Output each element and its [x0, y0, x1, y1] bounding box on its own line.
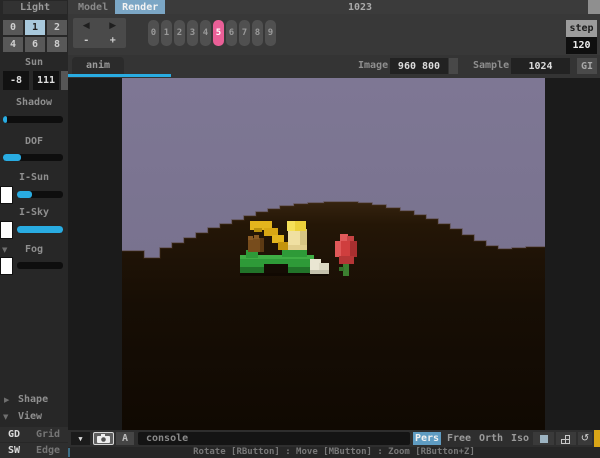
add-frame-button[interactable]: + [100, 33, 127, 48]
light-count-2[interactable]: 2 [47, 20, 67, 35]
model-title: 1023 [348, 0, 372, 14]
titlebar-scroll-strip[interactable] [588, 0, 600, 14]
sample-value-field[interactable]: 1024 [511, 58, 570, 74]
next-frame-icon[interactable]: ▶ [100, 18, 127, 33]
sun-azimuth-field[interactable]: 111 [33, 71, 59, 90]
edge-toggle-label[interactable]: Edge [36, 445, 60, 456]
frame-button-6[interactable]: 6 [226, 20, 237, 46]
i-sun-slider[interactable] [17, 191, 63, 198]
tab-anim[interactable]: anim [72, 57, 124, 74]
anim-progress-bar [68, 74, 171, 77]
auto-button[interactable]: A [116, 432, 134, 445]
shadow-slider[interactable] [3, 116, 63, 123]
ground-plane-icon[interactable] [533, 432, 554, 445]
dof-slider[interactable] [3, 154, 63, 161]
frame-button-0[interactable]: 0 [148, 20, 159, 46]
view-mode-pers[interactable]: Pers [413, 432, 441, 445]
prev-frame-icon[interactable]: ◀ [73, 18, 100, 33]
sun-section-label: Sun [0, 57, 68, 68]
i-sun-color-swatch[interactable] [0, 186, 13, 204]
edge-toggle-key[interactable]: SW [8, 445, 20, 456]
main-area: Model Render 1023 ◀ ▶ - + 0 1 2 3 4 5 6 [68, 0, 600, 458]
fog-slider[interactable] [17, 262, 63, 269]
dof-label: DOF [0, 136, 68, 147]
shape-collapse-arrow-icon[interactable]: ▶ [4, 396, 9, 404]
light-count-6[interactable]: 6 [25, 37, 45, 52]
light-count-0[interactable]: 0 [3, 20, 23, 35]
step-value-field[interactable]: 120 [566, 37, 597, 54]
scroll-indicator[interactable] [594, 430, 600, 447]
view-expand-arrow-icon[interactable]: ▼ [3, 413, 8, 421]
rotate-view-icon[interactable]: ↺ [578, 432, 592, 445]
grid-toggle-key[interactable]: GD [8, 429, 20, 440]
light-count-8[interactable]: 8 [47, 37, 67, 52]
image-size-field[interactable]: 960 800 [390, 58, 448, 74]
head [287, 221, 307, 250]
frame-button-3[interactable]: 3 [187, 20, 198, 46]
titlebar: Model Render 1023 [68, 0, 600, 14]
frame-button-2[interactable]: 2 [174, 20, 185, 46]
light-count-1[interactable]: 1 [25, 20, 45, 35]
frame-nav-box: ◀ ▶ - + [73, 18, 126, 48]
image-label: Image [358, 58, 388, 73]
settings-divider[interactable] [449, 58, 458, 74]
sample-label: Sample [473, 58, 509, 73]
render-viewport[interactable] [68, 78, 600, 430]
light-sidebar: Light 0 1 2 4 6 8 Sun -8 111 Shadow DOF … [0, 0, 68, 458]
view-mode-free[interactable]: Free [445, 432, 473, 445]
camera-icon[interactable] [93, 432, 114, 445]
frame-button-8[interactable]: 8 [252, 20, 263, 46]
timeline-row: ◀ ▶ - + 0 1 2 3 4 5 6 7 8 9 step 120 [68, 14, 600, 55]
frame-button-4[interactable]: 4 [200, 20, 211, 46]
console-dropdown-icon[interactable]: ▼ [71, 432, 90, 445]
frame-blocks-icon[interactable] [556, 432, 576, 445]
fog-label: Fog [0, 244, 68, 255]
step-button[interactable]: step [566, 20, 597, 37]
i-sun-label: I-Sun [0, 172, 68, 183]
i-sky-color-swatch[interactable] [0, 221, 13, 239]
console-bar: ▼ A console Pers Free Orth Iso [68, 430, 600, 447]
shadow-label: Shadow [0, 97, 68, 108]
view-row-grid[interactable]: GD Grid [0, 427, 68, 442]
light-count-4[interactable]: 4 [3, 37, 23, 52]
view-mode-iso[interactable]: Iso [509, 432, 531, 445]
shape-section-header[interactable]: Shape [18, 394, 48, 405]
tab-model[interactable]: Model [71, 0, 115, 14]
frame-button-5[interactable]: 5 [213, 20, 224, 46]
grid-toggle-label[interactable]: Grid [36, 429, 60, 440]
frame-button-7[interactable]: 7 [239, 20, 250, 46]
view-mode-orth[interactable]: Orth [477, 432, 505, 445]
tab-render[interactable]: Render [115, 0, 165, 14]
frame-button-9[interactable]: 9 [265, 20, 276, 46]
frame-button-1[interactable]: 1 [161, 20, 172, 46]
sun-field-stub[interactable] [61, 71, 68, 90]
console-input[interactable]: console [138, 432, 410, 445]
render-settings-row: anim Image 960 800 Sample 1024 GI [68, 55, 600, 78]
remove-frame-button[interactable]: - [73, 33, 100, 48]
rendered-scene [68, 78, 600, 430]
view-row-edge[interactable]: SW Edge [0, 443, 68, 458]
sun-angle-field[interactable]: -8 [3, 71, 29, 90]
status-bar: Rotate [RButton] : Move [MButton] : Zoom… [68, 447, 600, 458]
i-sky-slider[interactable] [17, 226, 63, 233]
light-panel-header[interactable]: Light [3, 1, 67, 14]
gi-toggle-button[interactable]: GI [577, 58, 597, 74]
mouse-hint-text: Rotate [RButton] : Move [MButton] : Zoom… [68, 447, 600, 458]
voxel-editor-window: Light 0 1 2 4 6 8 Sun -8 111 Shadow DOF … [0, 0, 600, 458]
i-sky-label: I-Sky [0, 207, 68, 218]
view-section-header[interactable]: View [18, 411, 42, 422]
fog-color-swatch[interactable] [0, 257, 13, 275]
frame-list: 0 1 2 3 4 5 6 7 8 9 [148, 20, 276, 46]
